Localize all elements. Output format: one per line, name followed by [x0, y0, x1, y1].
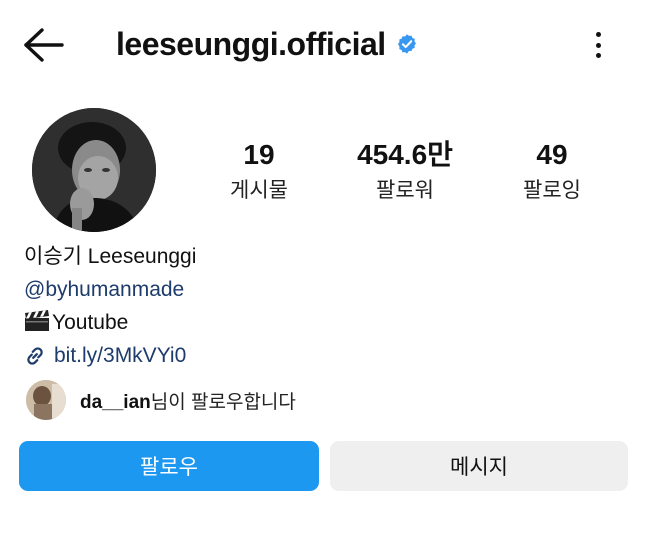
mutual-followers-suffix: 님이 팔로우합니다 [150, 391, 296, 413]
stat-following-label: 팔로잉 [523, 179, 581, 202]
message-button[interactable]: 메시지 [330, 441, 628, 491]
more-vertical-icon-dot [595, 53, 601, 58]
profile-bio: 이승기 Leeseunggi @byhumanmade Youtube bit.… [24, 240, 584, 372]
profile-header-title: leeseunggi.official [116, 22, 418, 66]
stat-followers-label: 팔로워 [376, 179, 434, 202]
back-button[interactable] [20, 26, 66, 64]
stat-followers-count: 454.6만 [357, 139, 453, 170]
more-vertical-icon-dot [595, 42, 601, 48]
bio-display-name: 이승기 Leeseunggi [24, 245, 197, 268]
mutual-followers[interactable]: da__ian님이 팔로우합니다 [26, 380, 296, 420]
mutual-follower-username[interactable]: da__ian [80, 392, 151, 413]
stat-following-count: 49 [536, 139, 568, 170]
profile-avatar[interactable] [32, 108, 156, 232]
bio-external-link[interactable]: bit.ly/3MkVYi0 [24, 339, 584, 372]
profile-page: leeseunggi.official 19 게시물 454.6만 팔로워 49… [0, 0, 648, 542]
link-icon [27, 346, 43, 365]
arrow-left-icon [24, 28, 64, 62]
clapper-board-icon [25, 310, 49, 331]
stat-posts-count: 19 [243, 139, 275, 170]
mutual-followers-text: da__ian님이 팔로우합니다 [80, 387, 296, 414]
bio-mention-link[interactable]: @byhumanmade [24, 273, 584, 306]
bio-link-text: bit.ly/3MkVYi0 [54, 344, 187, 367]
bio-youtube-line: Youtube [24, 306, 584, 339]
bio-youtube-text: Youtube [52, 311, 129, 334]
profile-username: leeseunggi.official [116, 25, 386, 62]
avatar-photo [32, 108, 156, 232]
stat-posts-label: 게시물 [230, 179, 288, 202]
verified-badge-icon [397, 34, 416, 54]
stat-following[interactable]: 49 팔로잉 [482, 138, 622, 206]
more-vertical-icon-dot [595, 32, 601, 37]
stat-posts[interactable]: 19 게시물 [189, 138, 329, 206]
mutual-follower-avatar [26, 380, 66, 420]
follow-button[interactable]: 팔로우 [19, 441, 319, 491]
more-options-button[interactable] [584, 28, 612, 62]
stat-followers[interactable]: 454.6만 팔로워 [335, 138, 475, 206]
